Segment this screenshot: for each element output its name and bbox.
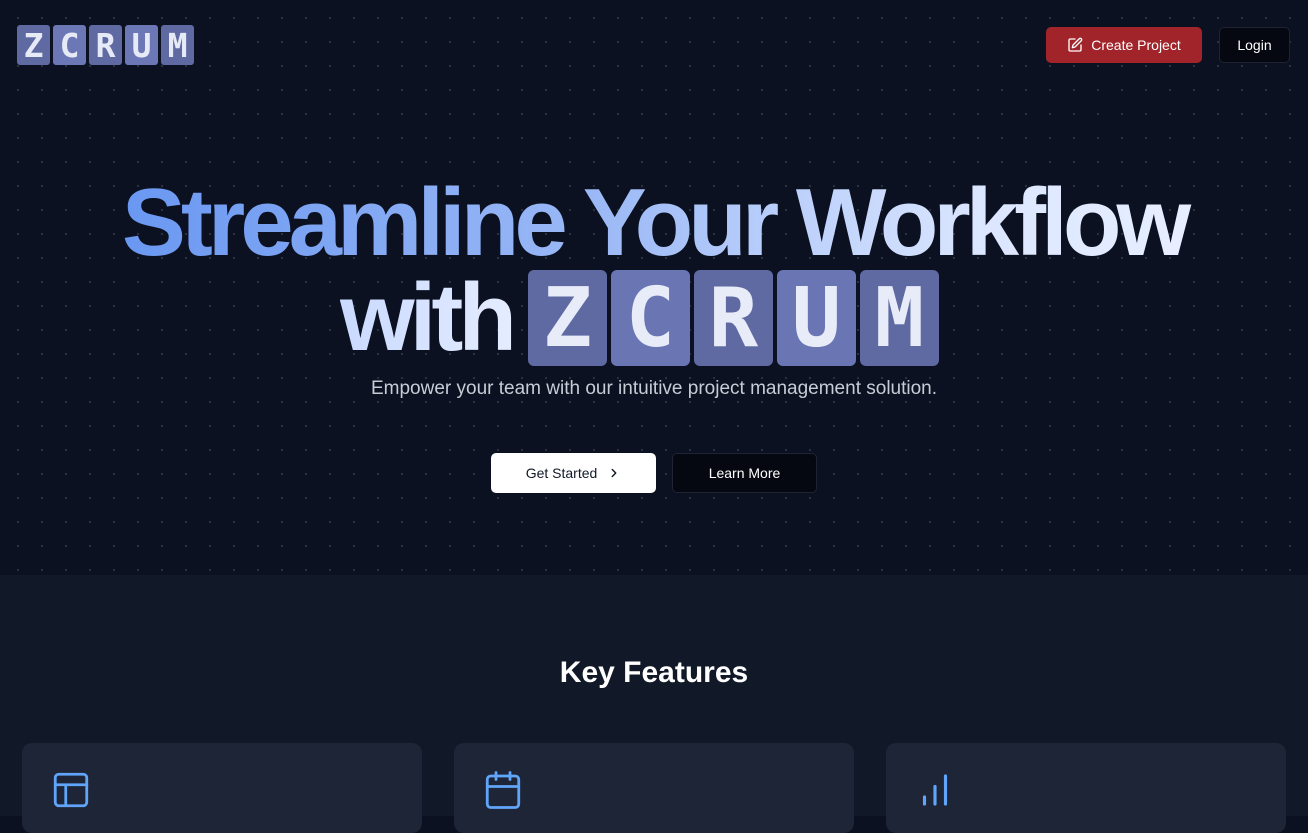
pen-square-icon (1067, 37, 1083, 53)
feature-card (454, 743, 854, 833)
hero-subtitle: Empower your team with our intuitive pro… (370, 378, 938, 399)
logo-letter: U (125, 25, 158, 65)
features-section: Key Features (0, 575, 1308, 833)
logo-letter: R (89, 25, 122, 65)
hero-headline: Streamline Your Workflow (0, 165, 1308, 281)
logo-letter: R (693, 270, 773, 366)
chevron-right-icon (607, 466, 621, 480)
hero-section: Z C R U M Create Project Login Streamlin… (0, 0, 1308, 575)
feature-card (886, 743, 1286, 833)
hero-zcrum-logo: Z C R U M (527, 270, 939, 366)
hero-headline-line2: with Z C R U M (340, 268, 939, 368)
learn-more-label: Learn More (708, 465, 781, 481)
logo-letter: Z (527, 270, 607, 366)
get-started-button[interactable]: Get Started (491, 453, 656, 493)
create-project-button[interactable]: Create Project (1046, 27, 1202, 63)
logo-letter: C (610, 270, 690, 366)
learn-more-button[interactable]: Learn More (672, 453, 817, 493)
zcrum-logo[interactable]: Z C R U M (17, 25, 194, 65)
login-label: Login (1237, 37, 1272, 53)
login-button[interactable]: Login (1219, 27, 1290, 63)
logo-letter: C (53, 25, 86, 65)
hero-with-text: with (340, 264, 517, 371)
create-project-label: Create Project (1091, 37, 1181, 53)
feature-card (22, 743, 422, 833)
layout-icon (50, 769, 92, 811)
get-started-label: Get Started (525, 465, 598, 481)
features-title: Key Features (559, 656, 749, 689)
calendar-icon (482, 769, 524, 811)
logo-letter: Z (17, 25, 50, 65)
logo-letter: U (776, 270, 856, 366)
logo-letter: M (161, 25, 194, 65)
bar-chart-icon (914, 769, 956, 811)
logo-letter: M (859, 270, 939, 366)
